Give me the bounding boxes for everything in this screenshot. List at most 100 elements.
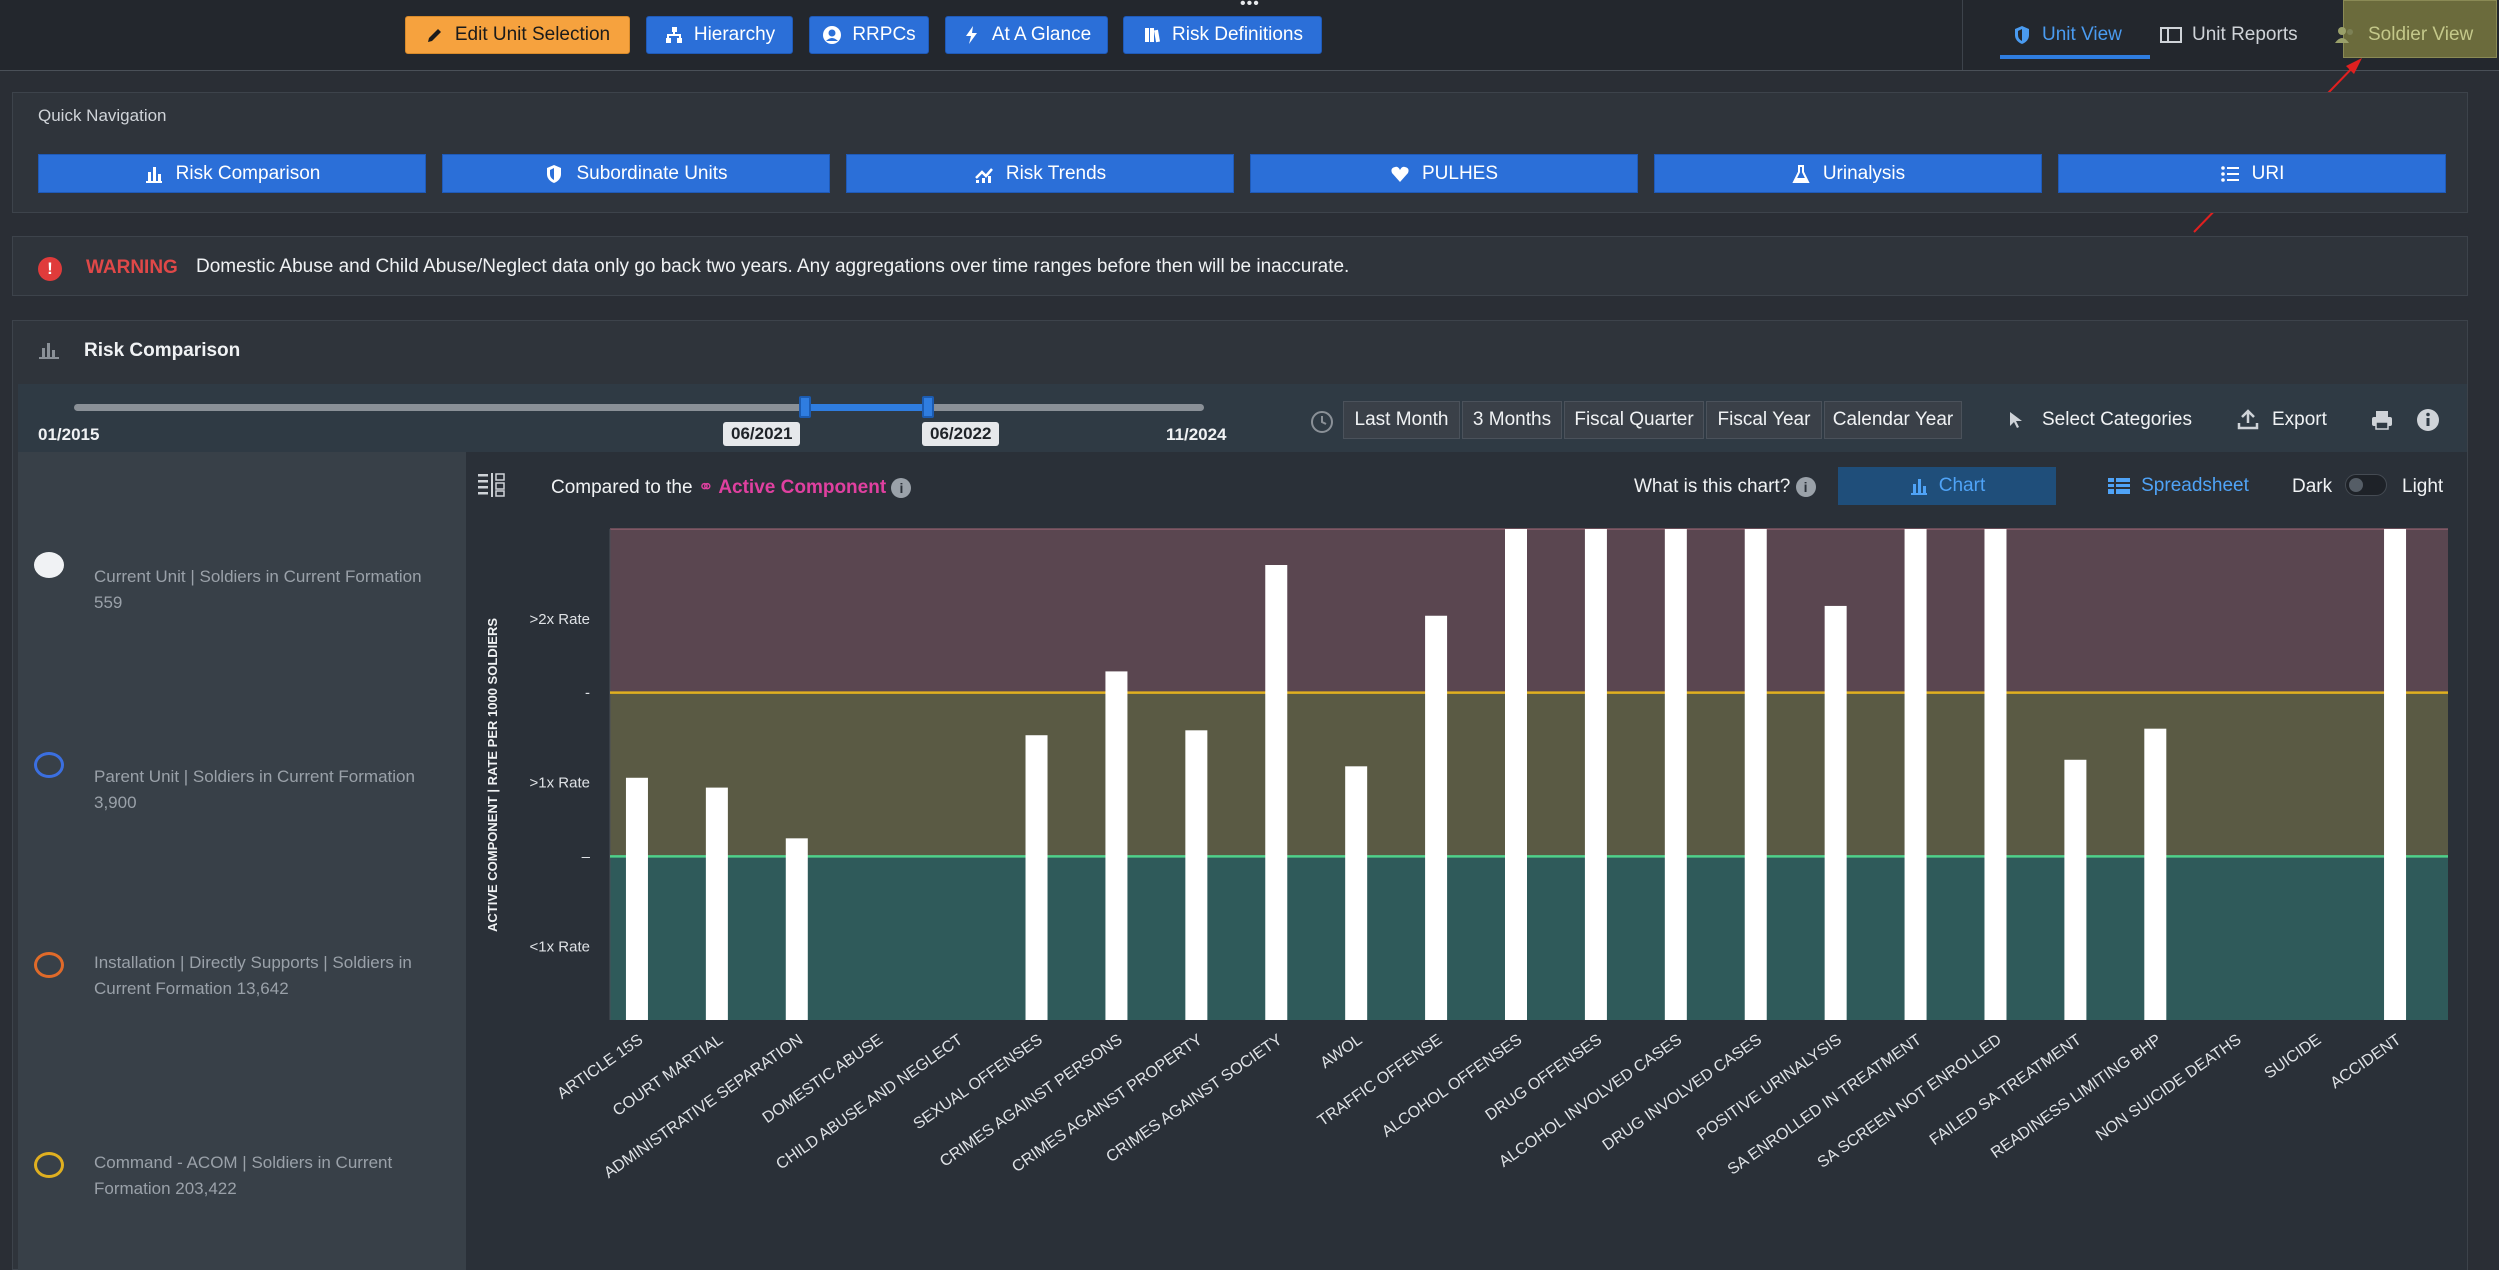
legend-count: Formation 203,422 xyxy=(94,1179,237,1198)
tab-chart[interactable]: Chart xyxy=(1838,467,2056,505)
date-slider-end-handle[interactable] xyxy=(922,396,934,418)
fiscal-year-button[interactable]: Fiscal Year xyxy=(1706,401,1822,439)
x-tick-label: FAILED SA TREATMENT xyxy=(1927,1031,2085,1149)
bolt-icon xyxy=(965,26,977,44)
bar xyxy=(1904,529,1927,1020)
hierarchy-icon xyxy=(665,27,682,43)
upload-icon xyxy=(2237,409,2259,430)
risk-band-0 xyxy=(610,856,2448,1020)
tab-unit-view[interactable]: Unit View xyxy=(2012,16,2122,54)
calendar-year-button[interactable]: Calendar Year xyxy=(1824,401,1962,439)
legend-marker xyxy=(34,752,64,778)
bar xyxy=(1425,615,1448,1020)
x-tick-label: POSITIVE URINALYSIS xyxy=(1694,1031,1845,1144)
print-button[interactable] xyxy=(2370,406,2394,434)
selected-start-date: 06/2021 xyxy=(723,422,801,446)
toggle-knob xyxy=(2349,478,2363,492)
info-button[interactable] xyxy=(2416,406,2440,434)
info-icon[interactable]: i xyxy=(891,477,912,498)
what-is-this-chart[interactable]: What is this chart? i xyxy=(1634,476,1816,498)
x-tick-label: SEXUAL OFFENSES xyxy=(911,1031,1046,1133)
print-icon xyxy=(2372,411,2392,430)
bar-chart-icon xyxy=(39,343,59,359)
export-button[interactable]: Export xyxy=(2236,406,2327,434)
bar xyxy=(1345,766,1368,1020)
legend-marker xyxy=(34,952,64,978)
report-icon xyxy=(2160,27,2182,43)
hierarchy-button[interactable]: Hierarchy xyxy=(646,16,793,54)
clock-icon xyxy=(1311,411,1333,433)
dark-theme-label: Dark xyxy=(2292,476,2333,497)
quick-navigation-title: Quick Navigation xyxy=(38,106,167,125)
rrpcs-button[interactable]: RRPCs xyxy=(809,16,929,54)
tab-spreadsheet[interactable]: Spreadsheet xyxy=(2088,467,2268,505)
x-tick-label: ACCIDENT xyxy=(2328,1031,2405,1092)
fiscal-quarter-button[interactable]: Fiscal Quarter xyxy=(1564,401,1704,439)
warning-icon: ! xyxy=(38,257,62,281)
bar xyxy=(1824,605,1847,1020)
y-tick-label: <1x Rate xyxy=(530,938,590,955)
x-tick-label: SUICIDE xyxy=(2262,1031,2325,1082)
pulhes-nav-button[interactable]: PULHES xyxy=(1250,154,1638,193)
tab-soldier-view[interactable]: Soldier View xyxy=(2334,16,2473,54)
list-icon xyxy=(2220,165,2239,182)
urinalysis-nav-button[interactable]: Urinalysis xyxy=(1654,154,2042,193)
book-icon xyxy=(1145,28,1161,43)
quick-navigation-panel xyxy=(12,92,2468,213)
user-circle-icon xyxy=(823,26,842,44)
selected-end-date: 06/2022 xyxy=(922,422,1000,446)
bar xyxy=(1265,565,1288,1020)
bar xyxy=(1744,529,1767,1020)
legend-label: Parent Unit | Soldiers in Current Format… xyxy=(94,767,415,786)
trend-icon xyxy=(974,167,993,183)
bar xyxy=(1105,671,1128,1020)
y-tick-label: >1x Rate xyxy=(530,775,590,792)
compared-to-text: Compared to the ⚭ Active Component i xyxy=(551,476,912,499)
bar xyxy=(705,787,728,1020)
risk-comparison-chart: >2x Rate - >1x Rate – <1x Rate ACTIVE COMPONE… xyxy=(485,528,2448,1182)
date-range-end: 11/2024 xyxy=(1166,425,1227,444)
bar xyxy=(2064,759,2087,1020)
legend-label: Installation | Directly Supports | Soldi… xyxy=(94,953,412,972)
legend-label: Command - ACOM | Soldiers in Current xyxy=(94,1153,393,1172)
bar xyxy=(785,838,808,1020)
collapse-legend-icon[interactable] xyxy=(476,472,506,498)
bar xyxy=(1185,730,1208,1020)
y-tick-label: - xyxy=(585,685,590,702)
bar xyxy=(2144,728,2167,1020)
subordinate-units-nav-button[interactable]: Subordinate Units xyxy=(442,154,830,193)
soldiers-icon xyxy=(2335,27,2353,43)
flask-icon xyxy=(1792,164,1810,183)
edit-unit-selection-button[interactable]: Edit Unit Selection xyxy=(405,16,630,54)
at-a-glance-button[interactable]: At A Glance xyxy=(945,16,1108,54)
risk-trends-nav-button[interactable]: Risk Trends xyxy=(846,154,1234,193)
more-icon[interactable]: ••• xyxy=(1240,0,1262,12)
date-range-start: 01/2015 xyxy=(38,425,100,444)
risk-comparison-title: Risk Comparison xyxy=(84,340,241,361)
theme-toggle[interactable] xyxy=(2345,474,2387,496)
legend-panel: Current Unit | Soldiers in Current Forma… xyxy=(18,452,466,1270)
last-month-button[interactable]: Last Month xyxy=(1343,401,1460,439)
select-categories-button[interactable]: Select Categories xyxy=(2006,406,2192,434)
date-slider-start-handle[interactable] xyxy=(799,396,811,418)
x-tick-label: DRUG INVOLVED CASES xyxy=(1600,1031,1765,1154)
cursor-select-icon xyxy=(2010,412,2022,428)
compared-to-link[interactable]: ⚭ Active Component xyxy=(698,477,886,498)
tab-unit-reports[interactable]: Unit Reports xyxy=(2160,16,2298,54)
three-months-button[interactable]: 3 Months xyxy=(1462,401,1562,439)
x-tick-label: NON SUICIDE DEATHS xyxy=(2093,1031,2245,1144)
shield-icon xyxy=(2015,26,2029,44)
bar xyxy=(2384,529,2407,1020)
uri-nav-button[interactable]: URI xyxy=(2058,154,2446,193)
bar xyxy=(1984,529,2007,1020)
legend-label: Current Unit | Soldiers in Current Forma… xyxy=(94,567,422,586)
bar xyxy=(1505,529,1527,1020)
date-slider-track[interactable] xyxy=(74,404,1204,411)
x-tick-label: AWOL xyxy=(1318,1031,1366,1072)
risk-definitions-button[interactable]: Risk Definitions xyxy=(1123,16,1322,54)
bar-chart-icon xyxy=(1910,479,1927,495)
legend-count: Current Formation 13,642 xyxy=(94,979,289,998)
bar xyxy=(1025,735,1048,1020)
warning-text: Domestic Abuse and Child Abuse/Neglect d… xyxy=(196,256,1350,277)
risk-comparison-nav-button[interactable]: Risk Comparison xyxy=(38,154,426,193)
